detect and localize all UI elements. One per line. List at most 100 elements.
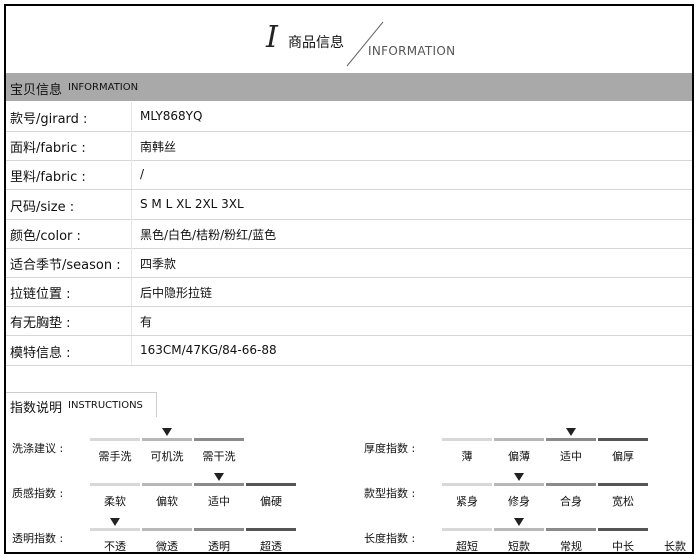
index-scale-option: 长款: [664, 540, 686, 553]
info-row-value: S M L XL 2XL 3XL: [140, 196, 244, 211]
selected-marker-icon: [214, 473, 224, 481]
index-scale-label: 质感指数 :: [12, 487, 64, 500]
index-scale-segment: [598, 483, 648, 486]
index-scale-segment: [246, 528, 296, 531]
index-scale-segment: [194, 483, 244, 486]
index-scale-label: 透明指数 :: [12, 532, 64, 545]
index-scale-option: 修身: [508, 495, 530, 508]
index-scale-segment: [90, 528, 140, 531]
selected-marker-icon: [566, 428, 576, 436]
info-row: 颜色/color : 黑色/白色/桔粉/粉红/蓝色: [6, 218, 692, 249]
index-scale-segment: [90, 483, 140, 486]
index-scale-segment: [142, 438, 192, 441]
info-section-title: 宝贝信息: [10, 83, 63, 98]
info-row-divider: [131, 160, 132, 190]
info-row-label: 有无胸垫 :: [10, 316, 71, 332]
index-scale-option: 合身: [560, 495, 582, 508]
index-scale-segment: [194, 438, 244, 441]
info-section-subtitle: INFORMATION: [68, 82, 139, 93]
index-scale-option: 偏软: [156, 495, 178, 508]
index-scale-segment: [442, 483, 492, 486]
info-row: 里料/fabric : /: [6, 160, 692, 191]
info-row-value: 有: [140, 315, 153, 330]
info-row-value: 163CM/47KG/84-66-88: [140, 342, 277, 357]
info-row-label: 款号/girard :: [10, 112, 88, 127]
index-scale-option: 短款: [508, 540, 530, 553]
index-scale-segment: [142, 528, 192, 531]
index-scale-option: 不透: [104, 540, 126, 553]
index-scale-option: 需手洗: [98, 450, 132, 463]
index-scale-option: 柔软: [104, 495, 126, 508]
index-scale-option: 微透: [156, 540, 178, 553]
index-scale-segment: [494, 528, 544, 531]
instructions-subtitle: INSTRUCTIONS: [68, 400, 143, 411]
index-scale-option: 常规: [560, 540, 582, 553]
info-row: 模特信息 : 163CM/47KG/84-66-88: [6, 335, 692, 366]
index-scale-label: 长度指数 :: [364, 532, 416, 545]
info-row-label: 面料/fabric :: [10, 141, 86, 157]
index-scale-segment: [546, 483, 596, 486]
info-section-bar: 宝贝信息 INFORMATION: [6, 73, 692, 101]
index-scale-option: 适中: [560, 450, 582, 463]
info-row-label: 适合季节/season :: [10, 258, 121, 273]
index-scale-label: 厚度指数 :: [364, 442, 416, 455]
instructions-tab: 指数说明 INSTRUCTIONS: [6, 392, 157, 417]
index-scale-segment: [494, 438, 544, 441]
index-scale-segment: [494, 483, 544, 486]
instructions-title: 指数说明: [10, 401, 63, 416]
product-info-panel: I 商品信息 INFORMATION 宝贝信息 INFORMATION 款号/g…: [4, 4, 694, 554]
info-row-divider: [131, 102, 132, 131]
index-scale-option: 透明: [208, 540, 230, 553]
index-scale-option: 中长: [612, 540, 634, 553]
index-scale-segment: [194, 528, 244, 531]
info-row-label: 颜色/color :: [10, 228, 81, 244]
index-scale-option: 需干洗: [202, 450, 236, 463]
info-row-label: 模特信息 :: [10, 345, 71, 361]
selected-marker-icon: [110, 518, 120, 526]
info-row-value: 南韩丝: [140, 140, 177, 155]
index-scale-label: 洗涤建议 :: [12, 442, 64, 455]
info-row-value: /: [140, 167, 145, 182]
index-scale-segment: [442, 528, 492, 531]
info-row-divider: [131, 335, 132, 365]
index-scale-segment: [246, 483, 296, 486]
header-title: 商品信息: [288, 35, 344, 51]
index-scale-segment: [650, 528, 692, 531]
index-scale-segment: [546, 438, 596, 441]
info-row-value: 黑色/白色/桔粉/粉红/蓝色: [140, 227, 277, 242]
header-subtitle: INFORMATION: [368, 44, 456, 58]
index-scale-option: 可机洗: [150, 450, 184, 463]
info-row: 适合季节/season : 四季款: [6, 248, 692, 278]
info-row: 款号/girard : MLY868YQ: [6, 102, 692, 132]
index-scale-label: 款型指数 :: [364, 487, 416, 500]
index-scale-segment: [598, 438, 648, 441]
index-scale-segment: [546, 528, 596, 531]
index-scale-segment: [90, 438, 140, 441]
info-row: 尺码/size : S M L XL 2XL 3XL: [6, 189, 692, 220]
index-scale-option: 超透: [260, 540, 282, 553]
info-row-divider: [131, 218, 132, 248]
info-row-divider: [131, 306, 132, 336]
index-scale-option: 偏薄: [508, 450, 530, 463]
index-scale-option: 超短: [456, 540, 478, 553]
info-row: 有无胸垫 : 有: [6, 306, 692, 337]
index-scale-option: 紧身: [456, 495, 478, 508]
info-row-divider: [131, 248, 132, 277]
info-row-divider: [131, 277, 132, 307]
index-scale-option: 偏厚: [612, 450, 634, 463]
info-row-label: 尺码/size :: [10, 199, 75, 215]
index-scale-segment: [442, 438, 492, 441]
info-row-value: MLY868YQ: [140, 109, 203, 123]
info-row-divider: [131, 189, 132, 219]
info-row: 拉链位置 : 后中隐形拉链: [6, 277, 692, 308]
info-row-divider: [131, 131, 132, 161]
header-letter: I: [266, 20, 278, 55]
index-scale-segment: [598, 528, 648, 531]
index-scale-option: 宽松: [612, 495, 634, 508]
selected-marker-icon: [514, 518, 524, 526]
index-scale-option: 偏硬: [260, 495, 282, 508]
info-row: 面料/fabric : 南韩丝: [6, 131, 692, 162]
info-row-label: 里料/fabric :: [10, 170, 86, 186]
index-scale-option: 薄: [461, 450, 473, 463]
info-row-value: 后中隐形拉链: [140, 286, 213, 301]
